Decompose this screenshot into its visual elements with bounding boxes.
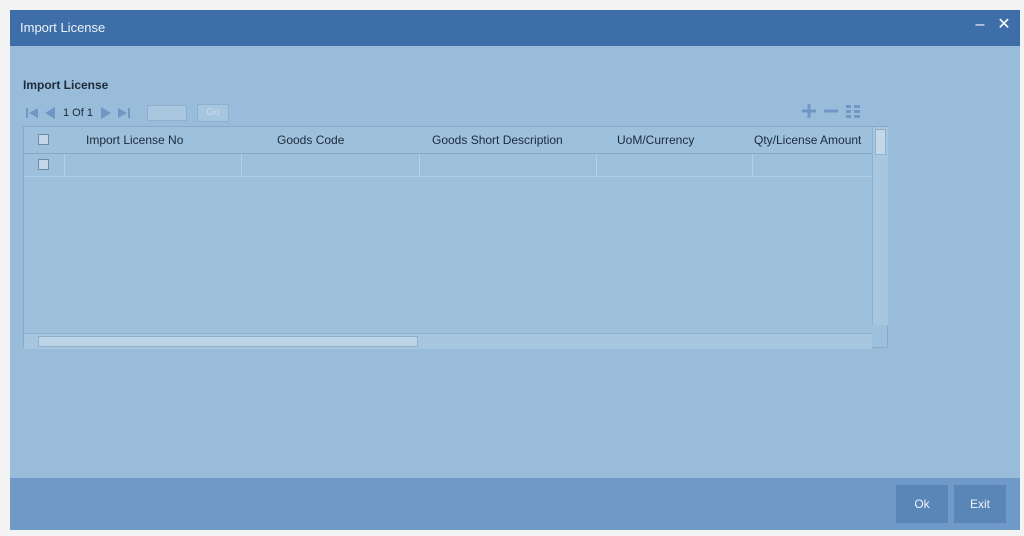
minimize-button[interactable]: – bbox=[972, 15, 988, 35]
row-actions bbox=[800, 102, 862, 120]
vertical-scroll-thumb[interactable] bbox=[875, 129, 886, 155]
close-button[interactable]: ✕ bbox=[996, 15, 1012, 35]
first-page-icon[interactable] bbox=[23, 104, 41, 122]
column-header-goods-code[interactable]: Goods Code bbox=[277, 133, 417, 147]
page-indicator: 1 Of 1 bbox=[63, 107, 93, 119]
vertical-scrollbar[interactable] bbox=[872, 127, 888, 325]
window-title: Import License bbox=[20, 20, 106, 35]
exit-button[interactable]: Exit bbox=[954, 485, 1006, 523]
column-header-uom-currency[interactable]: UoM/Currency bbox=[617, 133, 757, 147]
select-all-checkbox[interactable] bbox=[38, 134, 49, 145]
import-license-window: Import License – ✕ Import License 1 Of 1… bbox=[10, 10, 1020, 530]
row-checkbox[interactable] bbox=[38, 159, 49, 170]
page-number-input[interactable] bbox=[146, 105, 187, 121]
column-divider bbox=[752, 154, 753, 176]
column-header-license-no[interactable]: Import License No bbox=[86, 133, 246, 147]
go-button[interactable]: Go bbox=[196, 104, 229, 122]
column-header-qty-amount[interactable]: Qty/License Amount bbox=[754, 133, 866, 147]
grid-header: Import License No Goods Code Goods Short… bbox=[24, 127, 887, 154]
window-controls: – ✕ bbox=[972, 15, 1012, 35]
column-divider bbox=[241, 154, 242, 176]
add-row-icon[interactable] bbox=[800, 102, 818, 120]
column-header-goods-description[interactable]: Goods Short Description bbox=[432, 133, 602, 147]
grid-pager: 1 Of 1 Go bbox=[23, 102, 229, 124]
horizontal-scrollbar[interactable] bbox=[24, 333, 872, 349]
column-divider bbox=[596, 154, 597, 176]
single-view-icon[interactable] bbox=[844, 102, 862, 120]
horizontal-scroll-thumb[interactable] bbox=[38, 336, 418, 347]
next-page-icon[interactable] bbox=[97, 104, 115, 122]
last-page-icon[interactable] bbox=[115, 104, 133, 122]
table-row[interactable] bbox=[24, 154, 887, 177]
delete-row-icon[interactable] bbox=[822, 102, 840, 120]
ok-button[interactable]: Ok bbox=[896, 485, 948, 523]
import-license-grid: Import License No Goods Code Goods Short… bbox=[23, 126, 888, 349]
prev-page-icon[interactable] bbox=[41, 104, 59, 122]
column-divider bbox=[419, 154, 420, 176]
section-title: Import License bbox=[23, 78, 109, 92]
column-divider bbox=[64, 154, 65, 176]
title-bar[interactable]: Import License – ✕ bbox=[10, 10, 1020, 46]
footer-bar: Ok Exit bbox=[10, 478, 1020, 530]
